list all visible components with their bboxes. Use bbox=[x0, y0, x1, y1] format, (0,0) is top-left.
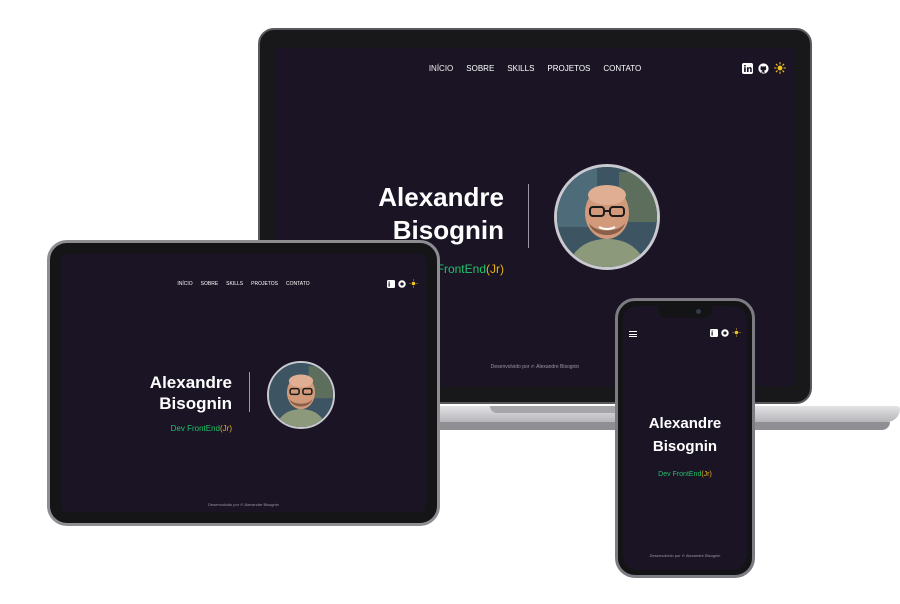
tablet-hero-role: Dev FrontEnd(Jr) bbox=[170, 424, 232, 433]
laptop-social-icons bbox=[742, 62, 786, 74]
nav-projetos[interactable]: PROJETOS bbox=[547, 64, 590, 73]
tablet-hero-name: Alexandre Bisognin bbox=[150, 372, 232, 415]
phone-hero-role: Dev FrontEnd(Jr) bbox=[658, 471, 712, 478]
phone-hero-name: Alexandre Bisognin bbox=[623, 412, 747, 459]
phone-notch bbox=[658, 306, 712, 318]
sun-icon[interactable] bbox=[732, 328, 741, 337]
sun-icon[interactable] bbox=[774, 62, 786, 74]
tablet-nav: INÍCIO SOBRE SKILLS PROJETOS CONTATO bbox=[61, 281, 426, 287]
hero-first-name: Alexandre bbox=[648, 415, 722, 432]
phone-social-icons bbox=[710, 328, 741, 337]
nav-projetos[interactable]: PROJETOS bbox=[251, 281, 278, 287]
github-icon[interactable] bbox=[721, 328, 729, 337]
nav-sobre[interactable]: SOBRE bbox=[466, 64, 494, 73]
linkedin-icon[interactable] bbox=[387, 279, 395, 288]
tablet-hero-divider bbox=[249, 372, 250, 412]
phone-mockup: Alexandre Bisognin Dev FrontEnd(Jr) Dese… bbox=[615, 298, 755, 578]
tablet-screen: INÍCIO SOBRE SKILLS PROJETOS CONTATO Ale… bbox=[61, 254, 426, 512]
laptop-nav: INÍCIO SOBRE SKILLS PROJETOS CONTATO bbox=[276, 64, 794, 73]
nav-contato[interactable]: CONTATO bbox=[603, 64, 641, 73]
linkedin-icon[interactable] bbox=[710, 328, 718, 337]
tablet-social-icons bbox=[387, 279, 418, 288]
hero-first-name: Alexandre bbox=[149, 373, 232, 392]
linkedin-icon[interactable] bbox=[742, 62, 753, 74]
nav-skills[interactable]: SKILLS bbox=[507, 64, 534, 73]
sun-icon[interactable] bbox=[409, 279, 418, 288]
tablet-mockup: INÍCIO SOBRE SKILLS PROJETOS CONTATO Ale… bbox=[47, 240, 440, 526]
github-icon[interactable] bbox=[758, 62, 769, 74]
tablet-avatar bbox=[267, 361, 335, 429]
hero-last-name: Bisognin bbox=[159, 394, 232, 414]
laptop-hero-name: Alexandre Bisognin bbox=[378, 181, 504, 246]
laptop-hero-divider bbox=[528, 184, 529, 248]
nav-inicio[interactable]: INÍCIO bbox=[177, 281, 192, 287]
phone-footer: Desenvolvido por ✍ Alexandre Bisognin bbox=[649, 553, 721, 558]
nav-contato[interactable]: CONTATO bbox=[286, 281, 310, 287]
hamburger-menu-icon[interactable] bbox=[629, 331, 637, 337]
phone-screen: Alexandre Bisognin Dev FrontEnd(Jr) Dese… bbox=[623, 306, 747, 570]
hero-first-name: Alexandre bbox=[378, 182, 504, 212]
camera-icon bbox=[696, 309, 701, 314]
tablet-footer: Desenvolvido por ✍ Alexandre Bisognin bbox=[208, 502, 279, 507]
nav-inicio[interactable]: INÍCIO bbox=[429, 64, 453, 73]
nav-sobre[interactable]: SOBRE bbox=[201, 281, 219, 287]
hero-last-name: Bisognin bbox=[652, 438, 718, 456]
nav-skills[interactable]: SKILLS bbox=[226, 281, 243, 287]
laptop-avatar bbox=[554, 164, 660, 270]
github-icon[interactable] bbox=[398, 279, 406, 288]
